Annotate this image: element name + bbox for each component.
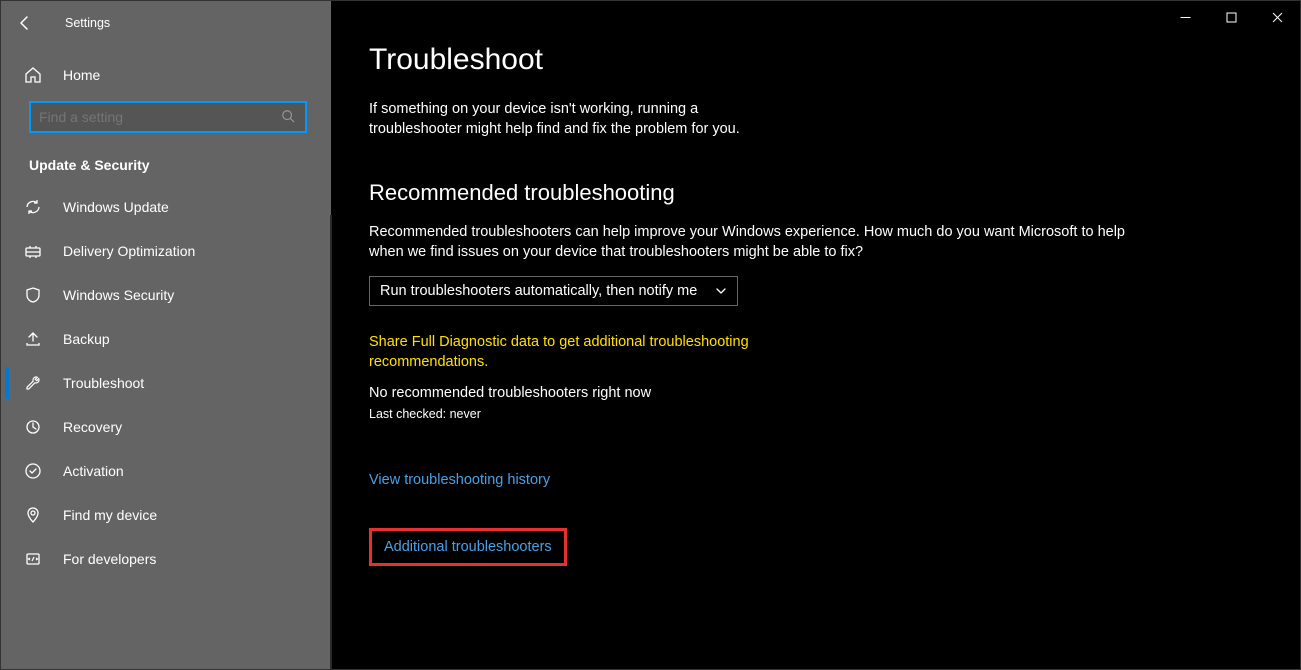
home-icon [23, 65, 43, 85]
maximize-button[interactable] [1208, 1, 1254, 33]
troubleshoot-preference-dropdown[interactable]: Run troubleshooters automatically, then … [369, 276, 738, 306]
app-title: Settings [65, 16, 110, 30]
minimize-button[interactable] [1162, 1, 1208, 33]
shield-icon [23, 285, 43, 305]
sidebar-home-label: Home [63, 67, 100, 83]
title-bar [331, 1, 1300, 33]
sidebar-item-delivery-optimization[interactable]: Delivery Optimization [5, 229, 327, 273]
sidebar-item-label: For developers [63, 551, 156, 567]
delivery-icon [23, 241, 43, 261]
sidebar-item-label: Backup [63, 331, 110, 347]
wrench-icon [23, 373, 43, 393]
sidebar-item-label: Delivery Optimization [63, 243, 195, 259]
search-input[interactable] [29, 101, 307, 133]
additional-troubleshooters-highlight: Additional troubleshooters [369, 528, 567, 566]
sidebar-home[interactable]: Home [5, 53, 327, 97]
close-button[interactable] [1254, 1, 1300, 33]
recovery-icon [23, 417, 43, 437]
search-container [5, 97, 327, 141]
developer-icon [23, 549, 43, 569]
maximize-icon [1226, 12, 1237, 23]
sidebar-content: Home Update & Security Windows Update [1, 45, 331, 669]
sidebar-header: Settings [1, 1, 331, 45]
backup-icon [23, 329, 43, 349]
intro-text: If something on your device isn't workin… [369, 99, 789, 140]
sidebar-item-label: Windows Security [63, 287, 174, 303]
sidebar-item-for-developers[interactable]: For developers [5, 537, 327, 581]
sidebar-item-backup[interactable]: Backup [5, 317, 327, 361]
sidebar-item-label: Windows Update [63, 199, 169, 215]
minimize-icon [1180, 12, 1191, 23]
sidebar: Settings Home Update & Security [1, 1, 331, 669]
last-checked: Last checked: never [369, 407, 1131, 421]
sidebar-item-activation[interactable]: Activation [5, 449, 327, 493]
settings-window: Settings Home Update & Security [0, 0, 1301, 670]
search-icon [281, 109, 297, 125]
sidebar-item-recovery[interactable]: Recovery [5, 405, 327, 449]
sidebar-item-windows-update[interactable]: Windows Update [5, 185, 327, 229]
sidebar-item-find-my-device[interactable]: Find my device [5, 493, 327, 537]
activation-icon [23, 461, 43, 481]
chevron-down-icon [715, 285, 727, 297]
sidebar-item-label: Recovery [63, 419, 122, 435]
search-field[interactable] [39, 109, 281, 125]
arrow-left-icon [17, 15, 33, 31]
diagnostic-data-link[interactable]: Share Full Diagnostic data to get additi… [369, 332, 769, 373]
dropdown-value: Run troubleshooters automatically, then … [380, 283, 697, 299]
view-history-link[interactable]: View troubleshooting history [369, 472, 550, 488]
recommended-body: Recommended troubleshooters can help imp… [369, 222, 1131, 263]
content-area: Troubleshoot If something on your device… [331, 33, 1161, 586]
sidebar-item-label: Activation [63, 463, 124, 479]
main-panel: Troubleshoot If something on your device… [331, 1, 1300, 669]
scrollbar[interactable] [330, 215, 332, 670]
sidebar-item-troubleshoot[interactable]: Troubleshoot [5, 361, 327, 405]
sidebar-item-label: Troubleshoot [63, 375, 144, 391]
close-icon [1272, 12, 1283, 23]
sidebar-section-label: Update & Security [5, 141, 327, 185]
recommended-heading: Recommended troubleshooting [369, 180, 1131, 206]
sidebar-item-label: Find my device [63, 507, 157, 523]
back-button[interactable] [9, 7, 41, 39]
additional-troubleshooters-link[interactable]: Additional troubleshooters [384, 539, 552, 555]
page-title: Troubleshoot [369, 43, 1131, 77]
location-icon [23, 505, 43, 525]
recommended-status: No recommended troubleshooters right now [369, 385, 1131, 401]
sidebar-item-windows-security[interactable]: Windows Security [5, 273, 327, 317]
refresh-icon [23, 197, 43, 217]
